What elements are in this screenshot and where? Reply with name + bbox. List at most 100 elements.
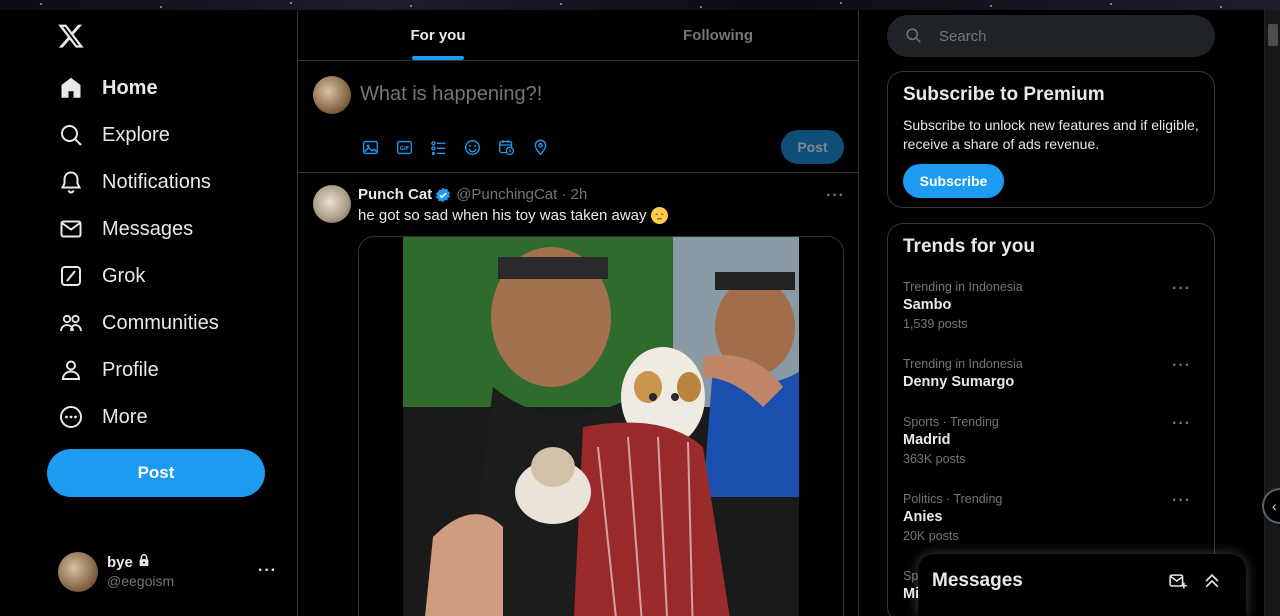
tweet-text: he got so sad when his toy was taken awa…	[358, 207, 647, 224]
app-root: Home Explore Notifications Messages Grok	[0, 10, 1264, 616]
avatar	[58, 552, 98, 592]
tweet-more-icon[interactable]: ···	[826, 187, 845, 205]
nav-home[interactable]: Home	[50, 68, 168, 108]
tweet-header: Punch Cat @PunchingCat · 2h	[358, 186, 587, 203]
chevrons-up-icon[interactable]	[1202, 571, 1224, 593]
composer-toolbar: GIF	[360, 137, 550, 157]
account-names: bye @eegoism	[107, 553, 174, 591]
trend-title: Sambo	[903, 297, 952, 313]
trend-count: 363K posts	[903, 452, 966, 466]
trend-context: Trending in Indonesia	[903, 280, 1023, 294]
lock-icon	[137, 553, 151, 572]
nav-label: Communities	[102, 311, 219, 334]
trend-item[interactable]: Politics · Trending Anies 20K posts ···	[903, 492, 1201, 543]
nav-label: More	[102, 405, 148, 428]
people-icon	[58, 310, 84, 336]
account-name-row: bye	[107, 553, 174, 572]
browser-top-strip	[0, 0, 1280, 10]
tweet-handle-time[interactable]: @PunchingCat · 2h	[456, 186, 587, 203]
trend-context: Trending in Indonesia	[903, 357, 1023, 371]
premium-card: Subscribe to Premium Subscribe to unlock…	[887, 71, 1215, 208]
nav-label: Grok	[102, 264, 146, 287]
messages-drawer[interactable]: Messages	[918, 554, 1246, 616]
verified-badge-icon	[435, 187, 451, 203]
gif-icon[interactable]: GIF	[394, 137, 414, 157]
video-scene-image	[403, 237, 799, 616]
timeline-tabs: For you Following	[298, 10, 858, 61]
left-sidebar: Home Explore Notifications Messages Grok	[0, 10, 297, 616]
emoji-icon[interactable]	[462, 137, 482, 157]
svg-text:GIF: GIF	[399, 146, 409, 152]
trend-count: 1,539 posts	[903, 317, 968, 331]
nav-communities[interactable]: Communities	[50, 303, 229, 343]
nav-messages[interactable]: Messages	[50, 209, 203, 249]
more-circle-icon	[58, 404, 84, 430]
tweet[interactable]: Punch Cat @PunchingCat · 2h ··· he got s…	[298, 173, 858, 616]
sad-face-emoji-icon	[650, 207, 668, 224]
trend-title: Madrid	[903, 432, 951, 448]
trend-more-icon[interactable]: ···	[1172, 415, 1191, 433]
trend-count: 20K posts	[903, 529, 959, 543]
nav-more[interactable]: More	[50, 397, 158, 437]
trend-context: Politics · Trending	[903, 492, 1003, 506]
search-input[interactable]	[939, 27, 1179, 45]
scrollbar-thumb[interactable]	[1268, 24, 1278, 46]
nav-label: Messages	[102, 217, 194, 240]
location-icon[interactable]	[530, 137, 550, 157]
home-icon	[58, 75, 84, 101]
compose-post-button[interactable]: Post	[781, 130, 844, 164]
post-composer: What is happening?! GIF Post	[298, 61, 858, 173]
nav-explore[interactable]: Explore	[50, 115, 180, 155]
main-timeline: For you Following What is happening?! GI…	[297, 10, 859, 616]
search-icon	[58, 122, 84, 148]
nav-label: Home	[102, 76, 158, 99]
right-sidebar: Subscribe to Premium Subscribe to unlock…	[887, 10, 1216, 616]
search-box[interactable]	[887, 15, 1215, 57]
search-icon	[905, 27, 923, 45]
account-name: bye	[107, 554, 133, 571]
trend-more-icon[interactable]: ···	[1172, 492, 1191, 510]
messages-drawer-title: Messages	[932, 570, 1023, 591]
page-scrollbar[interactable]	[1264, 10, 1280, 616]
trends-title: Trends for you	[903, 236, 1035, 257]
tab-for-you[interactable]: For you	[298, 10, 578, 60]
trend-title: Anies	[903, 509, 943, 525]
avatar[interactable]	[313, 185, 351, 223]
trend-item[interactable]: Sports · Trending Madrid 363K posts ···	[903, 415, 1201, 466]
tweet-author-name[interactable]: Punch Cat	[358, 186, 432, 203]
x-logo-icon[interactable]	[57, 22, 85, 50]
bell-icon	[58, 169, 84, 195]
new-message-icon[interactable]	[1168, 571, 1190, 593]
nav-grok[interactable]: Grok	[50, 256, 155, 296]
compose-input[interactable]: What is happening?!	[360, 83, 542, 106]
account-more-icon[interactable]: ···	[258, 562, 277, 580]
chevron-left-icon: ‹	[1272, 498, 1277, 514]
schedule-icon[interactable]	[496, 137, 516, 157]
trend-more-icon[interactable]: ···	[1172, 280, 1191, 298]
account-switcher[interactable]: bye @eegoism ···	[55, 548, 285, 596]
envelope-icon	[58, 216, 84, 242]
video-frame[interactable]	[403, 237, 799, 616]
trend-title: Denny Sumargo	[903, 374, 1015, 390]
tab-following[interactable]: Following	[578, 10, 858, 60]
trend-more-icon[interactable]: ···	[1172, 357, 1191, 375]
nav-notifications[interactable]: Notifications	[50, 162, 221, 202]
person-icon	[58, 357, 84, 383]
nav-label: Explore	[102, 123, 170, 146]
tweet-media[interactable]	[358, 236, 844, 616]
image-icon[interactable]	[360, 137, 380, 157]
subscribe-button[interactable]: Subscribe	[903, 164, 1004, 198]
trend-item[interactable]: Trending in Indonesia Sambo 1,539 posts …	[903, 280, 1201, 331]
post-button[interactable]: Post	[47, 449, 265, 497]
account-handle: @eegoism	[107, 573, 175, 589]
nav-profile[interactable]: Profile	[50, 350, 169, 390]
premium-body: Subscribe to unlock new features and if …	[903, 117, 1199, 152]
poll-icon[interactable]	[428, 137, 448, 157]
avatar[interactable]	[313, 76, 351, 114]
nav-label: Notifications	[102, 170, 211, 193]
grok-icon	[58, 263, 84, 289]
tweet-text-row: he got so sad when his toy was taken awa…	[358, 207, 668, 224]
nav-label: Profile	[102, 358, 159, 381]
trend-context: Sports · Trending	[903, 415, 999, 429]
trend-item[interactable]: Trending in Indonesia Denny Sumargo ···	[903, 357, 1201, 390]
